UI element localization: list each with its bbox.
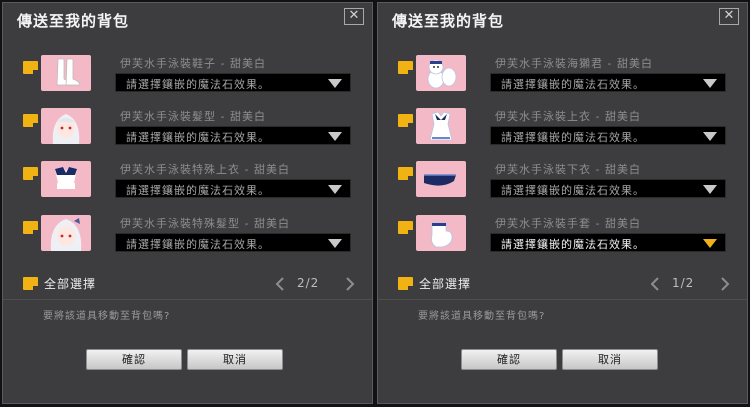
list-item: 伊芙水手泳裝髮型 - 甜美白 請選擇鑲嵌的魔法石效果。: [3, 108, 372, 158]
list-item: 伊芙水手泳裝下衣 - 甜美白 請選擇鑲嵌的魔法石效果。: [378, 161, 747, 211]
divider: [3, 299, 372, 300]
confirm-button[interactable]: 確認: [461, 349, 557, 370]
dropdown-arrow-icon: [328, 132, 342, 141]
divider: [378, 299, 747, 300]
pagination: 1/2: [650, 275, 730, 293]
list-item: 伊芙水手泳裝特殊上衣 - 甜美白 請選擇鑲嵌的魔法石效果。: [3, 161, 372, 211]
list-item: 伊芙水手泳裝鞋子 - 甜美白 請選擇鑲嵌的魔法石效果。: [3, 55, 372, 105]
close-icon[interactable]: ✕: [344, 8, 364, 25]
item-name: 伊芙水手泳裝上衣 - 甜美白: [495, 110, 641, 123]
confirm-question: 要將該道具移動至背包嗎?: [418, 311, 546, 322]
boots-icon: [41, 55, 91, 91]
gem-effect-select[interactable]: 請選擇鑲嵌的魔法石效果。: [115, 73, 351, 92]
page-indicator: 1/2: [672, 276, 695, 290]
gem-effect-select[interactable]: 請選擇鑲嵌的魔法石效果。: [490, 233, 726, 252]
top-icon: [416, 108, 466, 144]
transfer-dialog-left: 傳送至我的背包 ✕ 伊芙水手泳裝鞋子 - 甜美白 請選擇鑲嵌的魔法石效果。 伊芙…: [2, 2, 373, 404]
gem-effect-select[interactable]: 請選擇鑲嵌的魔法石效果。: [490, 179, 726, 198]
confirm-button[interactable]: 確認: [86, 349, 182, 370]
gloves-icon: [416, 215, 466, 251]
dropdown-arrow-icon: [703, 185, 717, 194]
item-checkbox[interactable]: [23, 61, 38, 74]
gem-select-text: 請選擇鑲嵌的魔法石效果。: [501, 78, 645, 91]
item-name: 伊芙水手泳裝鞋子 - 甜美白: [120, 57, 266, 70]
dialog-title: 傳送至我的背包: [17, 12, 130, 30]
dropdown-arrow-icon: [703, 79, 717, 88]
chevron-right-icon[interactable]: [720, 277, 730, 291]
item-checkbox[interactable]: [398, 114, 413, 127]
item-name: 伊芙水手泳裝海獺君 - 甜美白: [495, 57, 653, 70]
dropdown-arrow-icon: [703, 132, 717, 141]
close-icon[interactable]: ✕: [719, 8, 739, 25]
select-all-label: 全部選擇: [419, 277, 472, 291]
gem-effect-select[interactable]: 請選擇鑲嵌的魔法石效果。: [490, 126, 726, 145]
list-item: 伊芙水手泳裝手套 - 甜美白 請選擇鑲嵌的魔法石效果。: [378, 215, 747, 265]
gem-select-text: 請選擇鑲嵌的魔法石效果。: [126, 78, 270, 91]
gem-effect-select[interactable]: 請選擇鑲嵌的魔法石效果。: [490, 73, 726, 92]
cancel-button[interactable]: 取消: [187, 349, 283, 370]
select-all-label: 全部選擇: [44, 277, 97, 291]
hairstyle-icon: [41, 108, 91, 144]
gem-effect-select[interactable]: 請選擇鑲嵌的魔法石效果。: [115, 233, 351, 252]
bottom-icon: [416, 161, 466, 197]
item-checkbox[interactable]: [398, 221, 413, 234]
gem-select-text: 請選擇鑲嵌的魔法石效果。: [126, 131, 270, 144]
special-top-icon: [41, 161, 91, 197]
item-checkbox[interactable]: [23, 114, 38, 127]
list-item: 伊芙水手泳裝海獺君 - 甜美白 請選擇鑲嵌的魔法石效果。: [378, 55, 747, 105]
item-name: 伊芙水手泳裝特殊髮型 - 甜美白: [120, 217, 290, 230]
gem-select-text: 請選擇鑲嵌的魔法石效果。: [126, 238, 270, 251]
chevron-right-icon[interactable]: [345, 277, 355, 291]
item-name: 伊芙水手泳裝特殊上衣 - 甜美白: [120, 163, 290, 176]
dropdown-arrow-icon: [328, 239, 342, 248]
item-checkbox[interactable]: [23, 167, 38, 180]
list-item: 伊芙水手泳裝上衣 - 甜美白 請選擇鑲嵌的魔法石效果。: [378, 108, 747, 158]
dropdown-arrow-icon: [328, 79, 342, 88]
list-item: 伊芙水手泳裝特殊髮型 - 甜美白 請選擇鑲嵌的魔法石效果。: [3, 215, 372, 265]
transfer-dialog-right: 傳送至我的背包 ✕ 伊芙水手泳裝海獺君 - 甜美白 請選擇鑲嵌的魔法石效果。 伊…: [377, 2, 748, 404]
page-indicator: 2/2: [297, 276, 320, 290]
dropdown-arrow-icon: [703, 239, 717, 248]
item-name: 伊芙水手泳裝下衣 - 甜美白: [495, 163, 641, 176]
select-all-box[interactable]: [23, 277, 38, 290]
pagination: 2/2: [275, 275, 355, 293]
item-name: 伊芙水手泳裝手套 - 甜美白: [495, 217, 641, 230]
confirm-question: 要將該道具移動至背包嗎?: [43, 311, 171, 322]
gem-select-text: 請選擇鑲嵌的魔法石效果。: [126, 184, 270, 197]
item-checkbox[interactable]: [398, 61, 413, 74]
gem-select-text: 請選擇鑲嵌的魔法石效果。: [501, 238, 645, 251]
gem-effect-select[interactable]: 請選擇鑲嵌的魔法石效果。: [115, 179, 351, 198]
special-hairstyle-icon: [41, 215, 91, 251]
item-checkbox[interactable]: [23, 221, 38, 234]
gem-effect-select[interactable]: 請選擇鑲嵌的魔法石效果。: [115, 126, 351, 145]
item-name: 伊芙水手泳裝髮型 - 甜美白: [120, 110, 266, 123]
select-all-box[interactable]: [398, 277, 413, 290]
cancel-button[interactable]: 取消: [562, 349, 658, 370]
dropdown-arrow-icon: [328, 185, 342, 194]
chevron-left-icon[interactable]: [650, 277, 660, 291]
gem-select-text: 請選擇鑲嵌的魔法石效果。: [501, 131, 645, 144]
dialog-title: 傳送至我的背包: [392, 12, 505, 30]
sea-otter-icon: [416, 55, 466, 91]
gem-select-text: 請選擇鑲嵌的魔法石效果。: [501, 184, 645, 197]
chevron-left-icon[interactable]: [275, 277, 285, 291]
item-checkbox[interactable]: [398, 167, 413, 180]
